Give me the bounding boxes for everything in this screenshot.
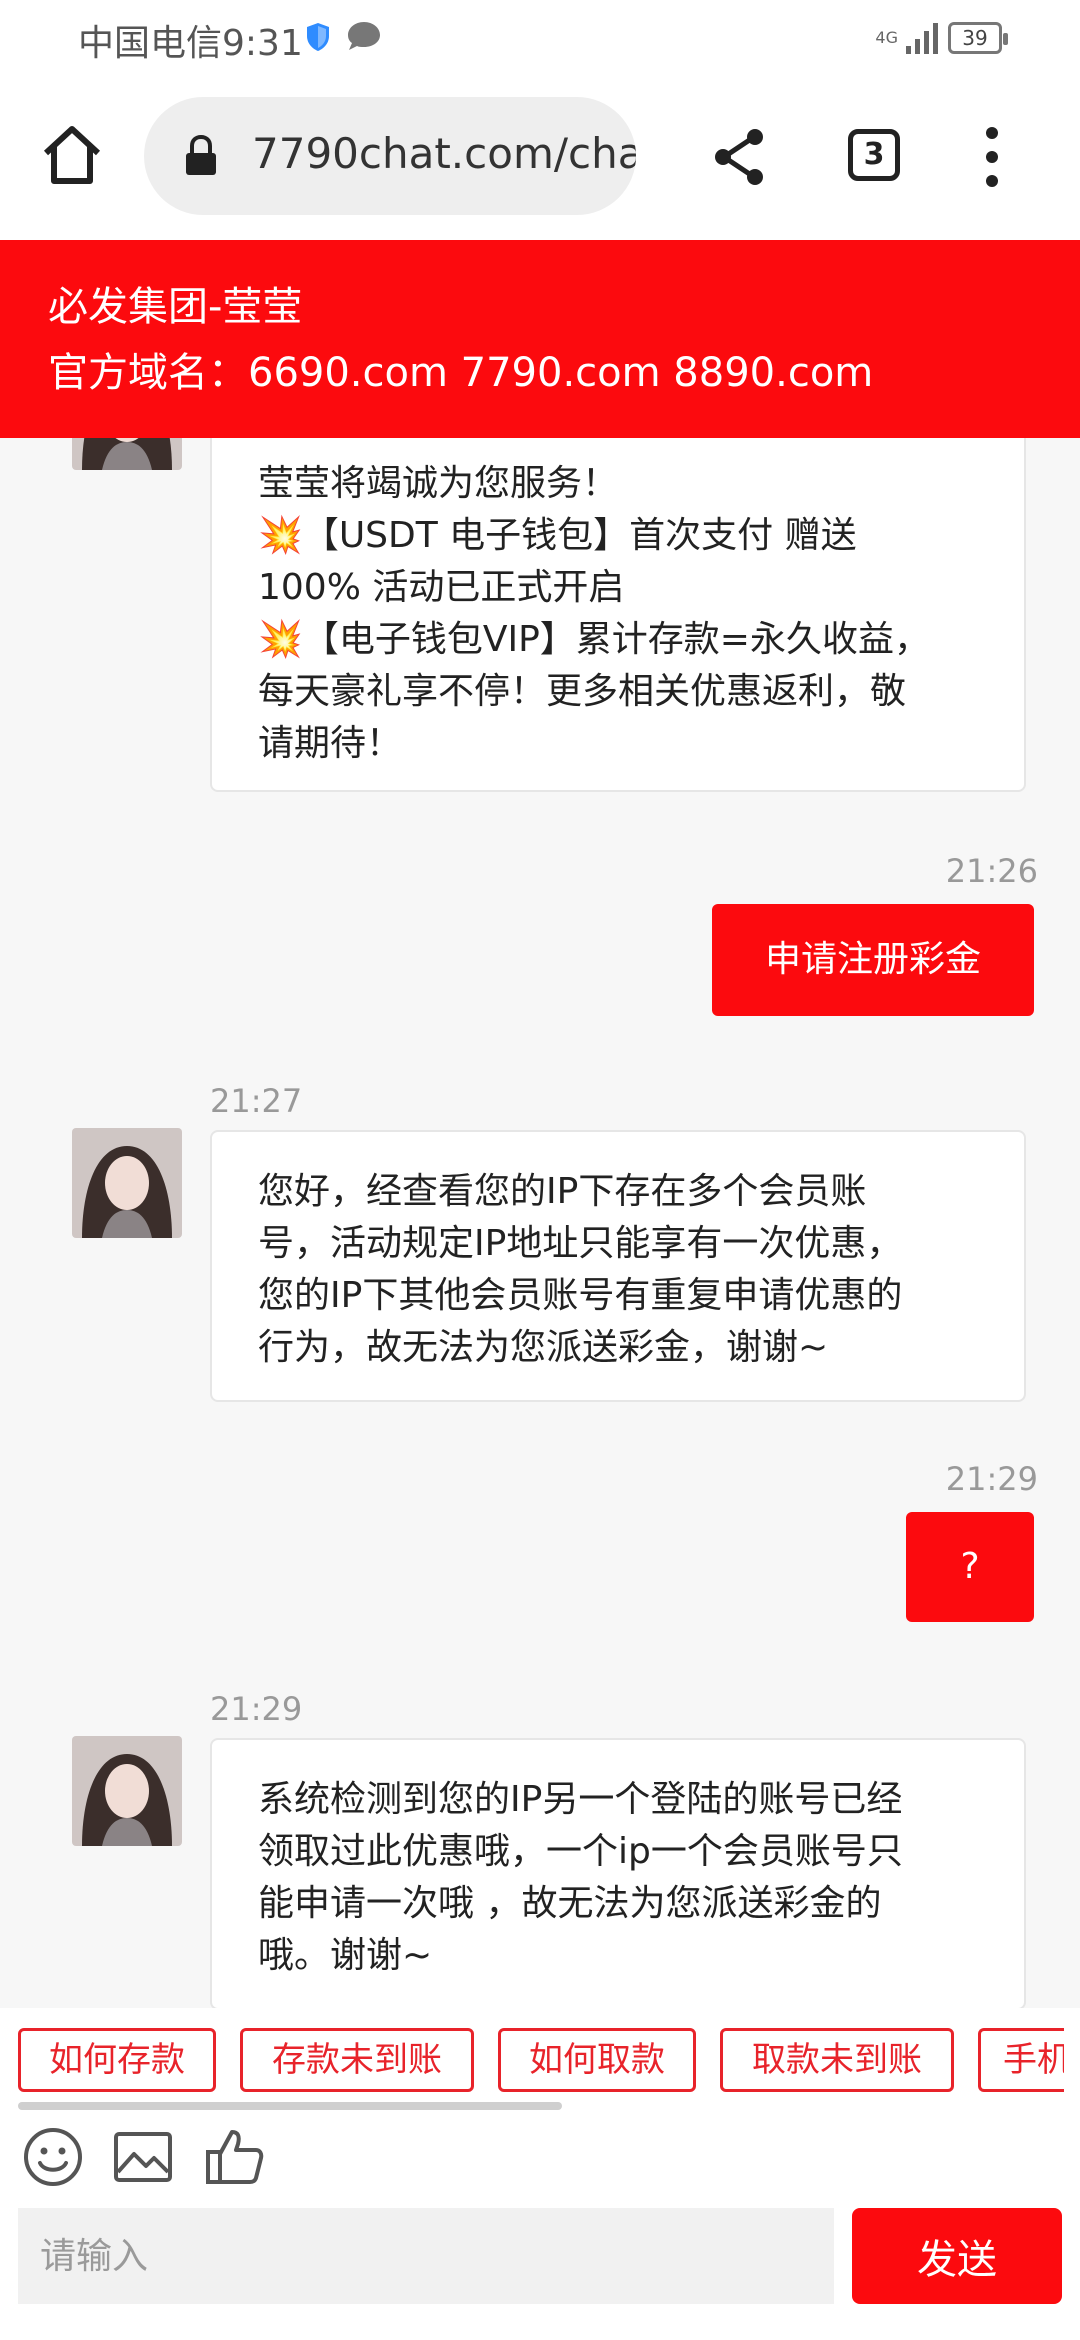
quick-reply-chip[interactable]: 如何存款 bbox=[18, 2028, 216, 2092]
user-message: 申请注册彩金 bbox=[712, 904, 1034, 1016]
message-line: 100% 活动已正式开启 bbox=[258, 567, 625, 608]
status-bar: 中国电信9:31 4G 39 bbox=[0, 0, 1080, 75]
chat-messages[interactable]: 莹莹将竭诚为您服务！ 💥【USDT 电子钱包】首次支付 赠送 100% 活动已正… bbox=[0, 438, 1080, 2008]
agent-message: 莹莹将竭诚为您服务！ 💥【USDT 电子钱包】首次支付 赠送 100% 活动已正… bbox=[210, 438, 1026, 792]
horizontal-scrollbar[interactable] bbox=[18, 2102, 562, 2110]
agent-message: 您好，经查看您的IP下存在多个会员账 号，活动规定IP地址只能享有一次优惠， 您… bbox=[210, 1130, 1026, 1402]
agent-avatar bbox=[72, 1128, 182, 1238]
message-line: 请期待！ bbox=[258, 723, 403, 764]
message-timestamp: 21:29 bbox=[945, 1460, 1038, 1498]
quick-reply-chip[interactable]: 存款未到账 bbox=[240, 2028, 474, 2092]
chat-header: 必发集团-莹莹 官方域名：6690.com 7790.com 8890.com bbox=[0, 240, 1080, 438]
browser-toolbar: 7790chat.com/chatl 3 bbox=[0, 75, 1080, 240]
message-timestamp: 21:29 bbox=[210, 1690, 303, 1728]
message-line: 莹莹将竭诚为您服务！ bbox=[258, 463, 619, 504]
share-icon[interactable] bbox=[712, 127, 768, 187]
quick-replies[interactable]: 如何存款 存款未到账 如何取款 取款未到账 手机 bbox=[0, 2008, 1080, 2118]
shield-icon bbox=[307, 23, 329, 51]
thumbs-up-icon[interactable] bbox=[204, 2126, 266, 2188]
message-line: 您好，经查看您的IP下存在多个会员账 bbox=[258, 1171, 867, 1212]
carrier-name: 中国电信 bbox=[78, 23, 223, 64]
message-timestamp: 21:26 bbox=[945, 852, 1038, 890]
clock: 9:31 bbox=[222, 23, 303, 64]
message-line: 每天豪礼享不停！更多相关优惠返利，敬 bbox=[258, 671, 907, 712]
message-line: 号，活动规定IP地址只能享有一次优惠， bbox=[258, 1223, 903, 1264]
signal-icon bbox=[906, 23, 938, 54]
send-button[interactable]: 发送 bbox=[852, 2208, 1062, 2304]
address-bar[interactable]: 7790chat.com/chatl bbox=[144, 97, 636, 215]
carrier-time: 中国电信9:31 bbox=[78, 14, 303, 66]
image-icon[interactable] bbox=[112, 2126, 174, 2188]
message-notification-icon bbox=[348, 22, 380, 50]
composer-tools bbox=[0, 2118, 1080, 2208]
emoji-icon[interactable] bbox=[22, 2126, 84, 2188]
message-line: 系统检测到您的IP另一个登陆的账号已经 bbox=[258, 1779, 903, 1820]
user-message: ? bbox=[906, 1512, 1034, 1622]
avatar-image bbox=[72, 1128, 182, 1238]
composer: 发送 bbox=[0, 2208, 1080, 2340]
battery-icon: 39 bbox=[948, 22, 1008, 54]
quick-reply-chip[interactable]: 取款未到账 bbox=[720, 2028, 954, 2092]
lock-icon bbox=[186, 135, 216, 175]
message-line: 💥【电子钱包VIP】累计存款=永久收益， bbox=[258, 619, 930, 660]
quick-reply-chip[interactable]: 手机 bbox=[978, 2028, 1064, 2092]
agent-message: 系统检测到您的IP另一个登陆的账号已经 领取过此优惠哦，一个ip一个会员账号只 … bbox=[210, 1738, 1026, 2008]
avatar-image bbox=[72, 438, 182, 470]
header-title: 必发集团-莹莹 bbox=[48, 284, 303, 330]
message-line: 领取过此优惠哦，一个ip一个会员账号只 bbox=[258, 1831, 903, 1872]
home-icon[interactable] bbox=[40, 123, 104, 187]
message-line: 💥【USDT 电子钱包】首次支付 赠送 bbox=[258, 515, 857, 556]
message-line: 行为，故无法为您派送彩金，谢谢~ bbox=[258, 1327, 829, 1368]
url-text: 7790chat.com/chatl bbox=[252, 129, 636, 178]
more-menu-icon[interactable] bbox=[985, 127, 999, 187]
header-domains: 官方域名：6690.com 7790.com 8890.com bbox=[48, 350, 874, 396]
network-type: 4G bbox=[875, 28, 898, 47]
status-right: 4G 39 bbox=[875, 18, 1008, 58]
message-line: 哦。谢谢~ bbox=[258, 1935, 433, 1976]
message-line: 能申请一次哦 ，故无法为您派送彩金的 bbox=[258, 1883, 882, 1924]
quick-reply-chip[interactable]: 如何取款 bbox=[498, 2028, 696, 2092]
message-line: 您的IP下其他会员账号有重复申请优惠的 bbox=[258, 1275, 903, 1316]
agent-avatar bbox=[72, 1736, 182, 1846]
tabs-count-button[interactable]: 3 bbox=[848, 129, 900, 181]
message-timestamp: 21:27 bbox=[210, 1082, 303, 1120]
agent-avatar bbox=[72, 438, 182, 470]
message-input[interactable] bbox=[18, 2208, 834, 2304]
avatar-image bbox=[72, 1736, 182, 1846]
